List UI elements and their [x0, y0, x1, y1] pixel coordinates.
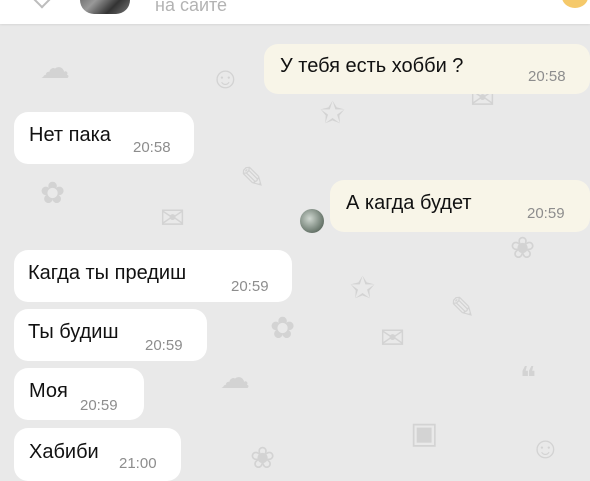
menu-icon[interactable] — [562, 0, 588, 8]
message-bubble-incoming[interactable]: Моя 20:59 — [14, 368, 144, 420]
message-bubble-outgoing[interactable]: А кагда будет 20:59 — [330, 180, 590, 232]
pencil-doodle-icon: ✎ — [240, 162, 266, 195]
read-receipt-avatar — [300, 209, 324, 233]
message-text: Ты будиш — [28, 321, 119, 344]
contact-avatar[interactable] — [80, 0, 130, 14]
message-bubble-incoming[interactable]: Хабиби 21:00 — [14, 428, 181, 481]
message-time: 21:00 — [119, 455, 157, 472]
message-text: У тебя есть хобби ? — [280, 55, 464, 78]
message-time: 20:59 — [145, 337, 183, 354]
chat-doodle-icon: ❝ — [520, 362, 537, 395]
smiley-doodle-icon: ☺ — [210, 62, 241, 95]
pencil-doodle-icon: ✎ — [450, 292, 476, 325]
star-doodle-icon: ✩ — [320, 97, 346, 130]
message-time: 20:59 — [80, 397, 118, 414]
envelope-doodle-icon: ✉ — [160, 202, 186, 235]
message-text: Нет пака — [29, 124, 111, 147]
message-text: Хабиби — [29, 440, 99, 463]
cloud-doodle-icon: ☁ — [220, 362, 250, 395]
message-time: 20:59 — [231, 278, 269, 295]
message-text: Кагда ты предиш — [28, 262, 187, 285]
message-text: Моя — [29, 380, 68, 403]
contact-status: на сайте — [155, 0, 228, 15]
chat-header: на сайте — [0, 0, 590, 24]
chevron-left-icon[interactable] — [33, 0, 51, 9]
message-text: А кагда будет — [346, 192, 472, 215]
image-doodle-icon: ▣ — [410, 417, 439, 450]
flower-doodle-icon: ❀ — [510, 232, 536, 265]
message-time: 20:58 — [528, 68, 566, 85]
envelope-doodle-icon: ✉ — [380, 322, 406, 355]
flower-doodle-icon: ❀ — [250, 442, 276, 475]
smiley-doodle-icon: ☺ — [530, 432, 561, 465]
message-bubble-incoming[interactable]: Ты будиш 20:59 — [14, 309, 207, 361]
message-time: 20:59 — [527, 205, 565, 222]
message-bubble-outgoing[interactable]: У тебя есть хобби ? 20:58 — [264, 44, 590, 94]
star-doodle-icon: ✩ — [350, 272, 376, 305]
paw-doodle-icon: ✿ — [270, 312, 296, 345]
cloud-doodle-icon: ☁ — [40, 52, 70, 85]
message-time: 20:58 — [133, 139, 171, 156]
message-bubble-incoming[interactable]: Нет пака 20:58 — [14, 112, 194, 164]
message-bubble-incoming[interactable]: Кагда ты предиш 20:59 — [14, 250, 292, 302]
paw-doodle-icon: ✿ — [40, 177, 66, 210]
